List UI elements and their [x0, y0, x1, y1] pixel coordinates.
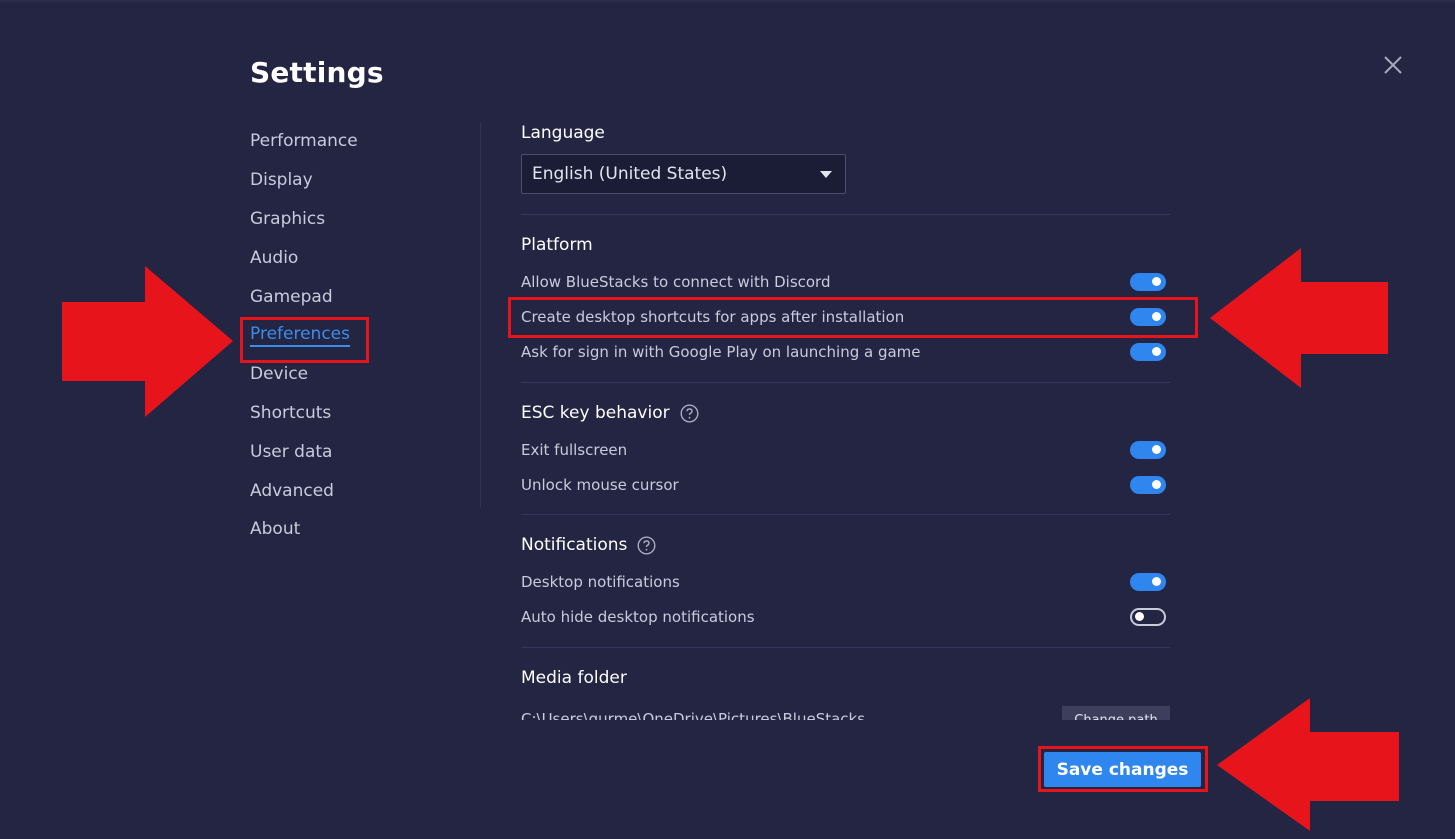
settings-window: Settings Performance Display Graphics Au… — [0, 0, 1455, 839]
sidebar-item-label: Gamepad — [250, 286, 333, 307]
platform-option-google-sign-in: Ask for sign in with Google Play on laun… — [521, 334, 1171, 369]
toggle-knob — [1152, 480, 1161, 489]
media-folder-row: C:\Users\gurme\OneDrive\Pictures\BlueSta… — [521, 706, 1171, 720]
section-divider — [521, 382, 1170, 383]
unlock-cursor-toggle[interactable] — [1130, 475, 1166, 494]
preferences-panel[interactable]: Language English (United States) Platfor… — [521, 0, 1171, 720]
close-button[interactable] — [1381, 53, 1405, 77]
option-label: Auto hide desktop notifications — [521, 607, 755, 626]
language-select-value: English (United States) — [532, 164, 728, 184]
close-icon — [1384, 56, 1402, 74]
sidebar-item-label: Preferences — [250, 324, 350, 347]
sidebar-item-label: Graphics — [250, 208, 326, 229]
sidebar-item-device[interactable]: Device — [250, 355, 470, 394]
notifications-option-auto-hide: Auto hide desktop notifications — [521, 599, 1171, 634]
sidebar-divider — [480, 122, 481, 508]
media-folder-path: C:\Users\gurme\OneDrive\Pictures\BlueSta… — [521, 710, 866, 720]
sidebar-item-about[interactable]: About — [250, 510, 470, 549]
sidebar-item-gamepad[interactable]: Gamepad — [250, 277, 470, 316]
sidebar-item-label: Shortcuts — [250, 402, 332, 423]
esc-title: ESC key behavior — [521, 403, 699, 423]
toggle-knob — [1152, 445, 1161, 454]
sidebar-item-label: About — [250, 519, 301, 540]
section-divider — [521, 514, 1170, 515]
sidebar-item-label: Device — [250, 364, 309, 385]
sidebar-item-audio[interactable]: Audio — [250, 238, 470, 277]
sidebar-item-label: Performance — [250, 131, 358, 152]
language-select[interactable]: English (United States) — [521, 154, 846, 194]
sidebar-item-preferences[interactable]: Preferences — [250, 316, 470, 355]
notifications-title-label: Notifications — [521, 535, 628, 555]
platform-option-discord: Allow BlueStacks to connect with Discord — [521, 264, 1171, 299]
option-label: Desktop notifications — [521, 572, 680, 591]
desktop-notifications-toggle[interactable] — [1130, 572, 1166, 591]
toggle-knob — [1152, 577, 1161, 586]
section-divider — [521, 214, 1170, 215]
media-folder-title: Media folder — [521, 668, 627, 688]
toggle-knob — [1135, 612, 1144, 621]
change-path-button[interactable]: Change path — [1062, 706, 1170, 720]
notifications-title: Notifications — [521, 535, 656, 555]
notifications-option-desktop: Desktop notifications — [521, 564, 1171, 599]
desktop-shortcuts-toggle[interactable] — [1130, 307, 1166, 326]
help-icon[interactable] — [637, 535, 656, 555]
sidebar-item-display[interactable]: Display — [250, 161, 470, 200]
sidebar-item-graphics[interactable]: Graphics — [250, 200, 470, 239]
option-label: Ask for sign in with Google Play on laun… — [521, 342, 921, 361]
esc-option-unlock-cursor: Unlock mouse cursor — [521, 467, 1171, 502]
platform-title: Platform — [521, 235, 593, 255]
sidebar-item-label: Advanced — [250, 480, 334, 501]
esc-option-exit-fullscreen: Exit fullscreen — [521, 432, 1171, 467]
arrow-left-icon — [1210, 248, 1388, 388]
arrow-right-icon — [62, 266, 233, 417]
auto-hide-notifications-toggle[interactable] — [1130, 607, 1166, 626]
arrow-left-icon — [1217, 698, 1399, 831]
sidebar-item-label: Display — [250, 170, 313, 191]
sidebar-item-advanced[interactable]: Advanced — [250, 471, 470, 510]
sidebar-item-user-data[interactable]: User data — [250, 432, 470, 471]
exit-fullscreen-toggle[interactable] — [1130, 440, 1166, 459]
help-icon[interactable] — [680, 403, 699, 423]
section-divider — [521, 647, 1170, 648]
option-label: Create desktop shortcuts for apps after … — [521, 307, 905, 326]
sidebar-item-label: Audio — [250, 247, 299, 268]
settings-sidebar: Performance Display Graphics Audio Gamep… — [250, 122, 470, 549]
toggle-knob — [1152, 312, 1161, 321]
sidebar-item-shortcuts[interactable]: Shortcuts — [250, 394, 470, 433]
discord-toggle[interactable] — [1130, 272, 1166, 291]
platform-option-desktop-shortcuts: Create desktop shortcuts for apps after … — [521, 299, 1171, 334]
option-label: Unlock mouse cursor — [521, 475, 679, 494]
language-title: Language — [521, 123, 605, 143]
toggle-knob — [1152, 347, 1161, 356]
page-title: Settings — [250, 56, 384, 89]
google-sign-in-toggle[interactable] — [1130, 342, 1166, 361]
option-label: Allow BlueStacks to connect with Discord — [521, 272, 831, 291]
sidebar-item-label: User data — [250, 441, 333, 462]
toggle-knob — [1152, 277, 1161, 286]
chevron-down-icon — [820, 171, 832, 178]
save-changes-button[interactable]: Save changes — [1044, 752, 1201, 787]
esc-title-label: ESC key behavior — [521, 403, 670, 423]
option-label: Exit fullscreen — [521, 440, 628, 459]
sidebar-item-performance[interactable]: Performance — [250, 122, 470, 161]
